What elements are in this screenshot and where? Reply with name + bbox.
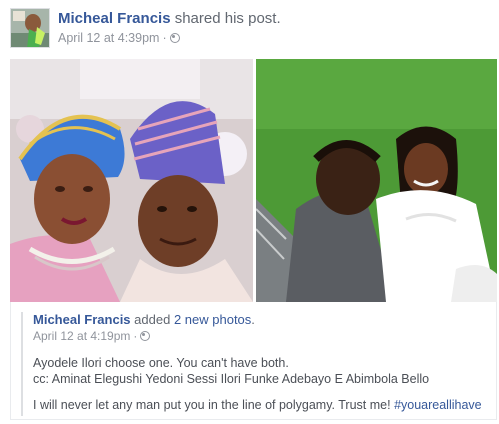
globe-icon[interactable] [140, 331, 151, 341]
photo-2[interactable] [256, 59, 497, 302]
post-author-line: Micheal Francis shared his post. [58, 10, 281, 27]
shared-author-line: Micheal Francis added 2 new photos. [33, 312, 481, 327]
avatar[interactable] [10, 8, 50, 48]
shared-meta: April 12 at 4:19pm · [33, 329, 481, 343]
post-header: Micheal Francis shared his post. April 1… [10, 6, 490, 50]
hashtag-link[interactable]: #youareallihave [394, 398, 482, 412]
photo-2-image [256, 59, 497, 302]
meta-separator: · [162, 31, 167, 45]
author-name-link[interactable]: Micheal Francis [58, 10, 171, 27]
post-text-line-3: I will never let any man put you in the … [33, 397, 482, 413]
new-photos-link[interactable]: 2 new photos [174, 312, 251, 327]
post-text-line-2: cc: Aminat Elegushi Yedoni Sessi Ilori F… [33, 372, 430, 386]
shared-post-content: Micheal Francis added 2 new photos. Apri… [21, 312, 482, 416]
shared-action-text: added [134, 312, 171, 327]
shared-author-name-link[interactable]: Micheal Francis [33, 312, 131, 327]
photo-1[interactable] [10, 59, 253, 302]
avatar-image [11, 9, 49, 47]
shared-post-card: Micheal Francis added 2 new photos. Apri… [10, 302, 497, 420]
post-meta: April 12 at 4:39pm · [58, 31, 180, 45]
post-action-text: shared his [174, 10, 244, 27]
shared-meta-separator: · [133, 329, 138, 343]
post-text-line-3-text: I will never let any man put you in the … [33, 398, 391, 412]
photo-1-image [10, 59, 253, 302]
globe-icon[interactable] [169, 33, 180, 43]
post-text-line-1: Ayodele Ilori choose one. You can't have… [33, 356, 289, 370]
shared-post-text: Ayodele Ilori choose one. You can't have… [33, 355, 482, 413]
photo-grid [10, 59, 497, 302]
post-timestamp[interactable]: April 12 at 4:39pm [58, 31, 159, 45]
shared-period: . [251, 312, 255, 327]
post-object-text: post. [248, 10, 281, 27]
shared-timestamp[interactable]: April 12 at 4:19pm [33, 329, 130, 343]
